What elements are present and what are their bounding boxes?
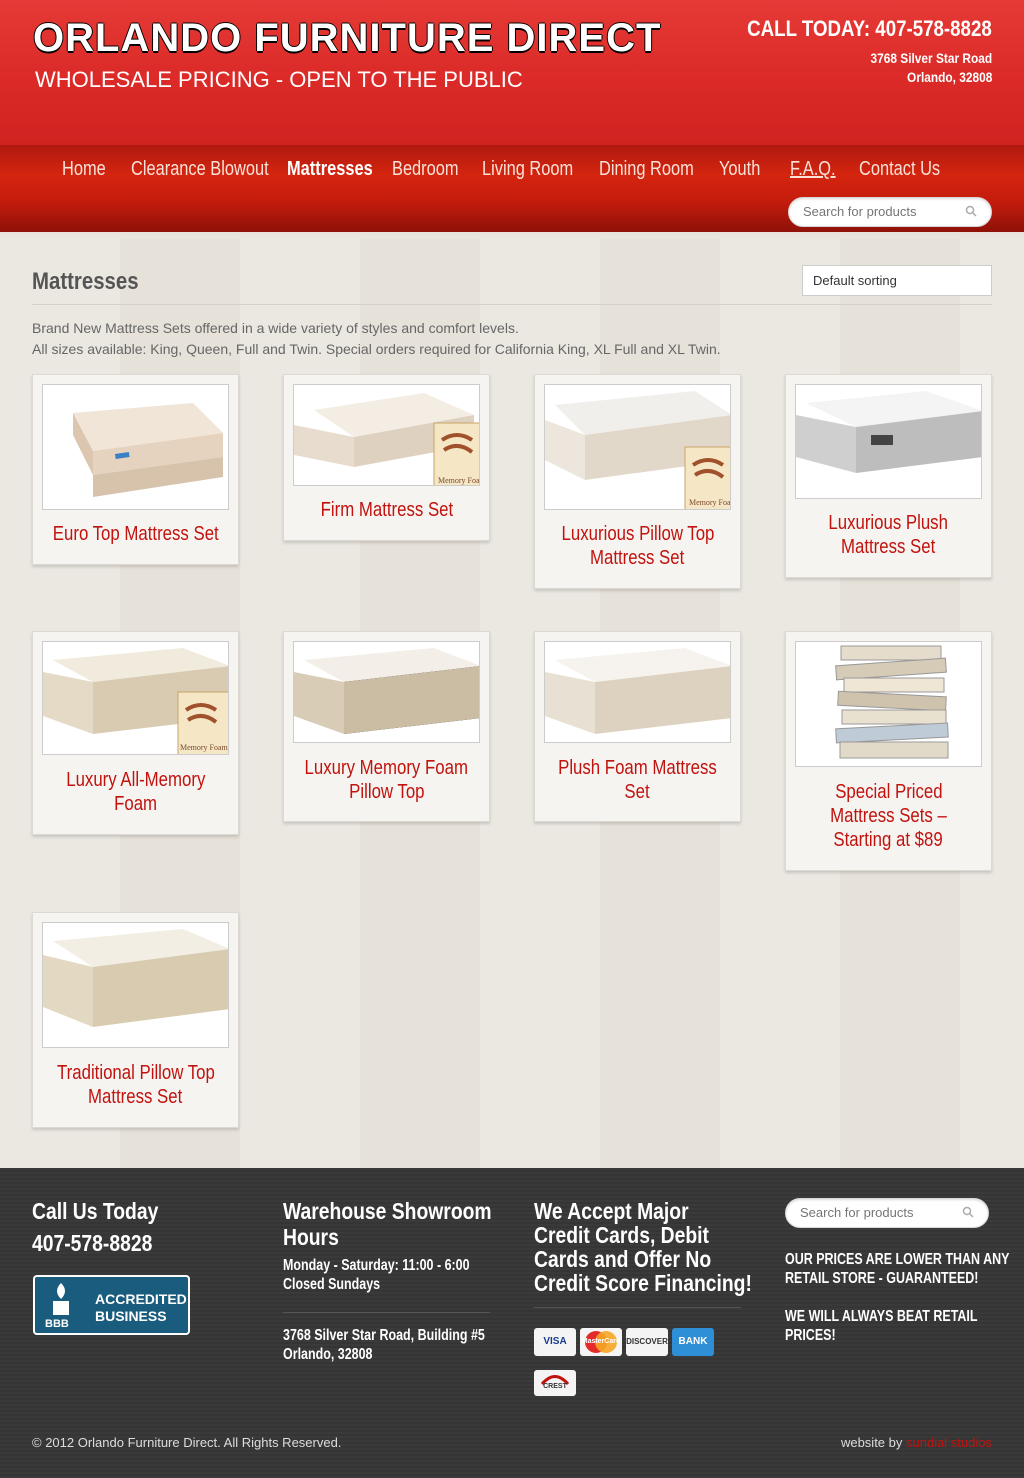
bbb-label-1: ACCREDITED bbox=[95, 1291, 187, 1307]
footer-hours-weekday: Monday - Saturday: 11:00 - 6:00 bbox=[283, 1257, 470, 1274]
footer-promo-1b: RETAIL STORE - GUARANTEED! bbox=[785, 1270, 979, 1287]
product-title[interactable]: Luxurious Plush Mattress Set bbox=[786, 511, 991, 559]
site-footer: Call Us Today 407-578-8828 BBB ACCREDITE… bbox=[0, 1168, 1024, 1478]
site-credit: website by sundial studios bbox=[840, 1435, 992, 1450]
footer-cards-heading-4: Credit Score Financing! bbox=[534, 1270, 752, 1296]
search-icon[interactable] bbox=[962, 1206, 974, 1218]
product-card[interactable]: Memory Foam Firm Mattress Set bbox=[283, 374, 490, 541]
footer-search[interactable] bbox=[785, 1198, 989, 1228]
product-title[interactable]: Luxurious Pillow Top Mattress Set bbox=[535, 522, 740, 570]
memory-foam-badge-text: Memory Foam bbox=[180, 743, 229, 752]
header-address-city: Orlando, 32808 bbox=[906, 69, 992, 85]
nav-bedroom[interactable]: Bedroom bbox=[392, 158, 459, 181]
copyright: © 2012 Orlando Furniture Direct. All Rig… bbox=[32, 1435, 342, 1450]
product-image[interactable]: Memory Foam bbox=[544, 384, 731, 510]
product-image[interactable] bbox=[544, 641, 731, 743]
product-title[interactable]: Euro Top Mattress Set bbox=[33, 522, 238, 546]
credit-link[interactable]: sundial studios bbox=[906, 1435, 992, 1450]
site-header: ORLANDO FURNITURE DIRECT WHOLESALE PRICI… bbox=[0, 0, 1024, 145]
footer-address-city: Orlando, 32808 bbox=[283, 1346, 373, 1363]
product-title[interactable]: Luxury Memory Foam Pillow Top bbox=[284, 756, 489, 804]
main-content: Mattresses Default sorting Brand New Mat… bbox=[0, 238, 1024, 1168]
nav-contact-us[interactable]: Contact Us bbox=[859, 158, 940, 181]
footer-divider bbox=[534, 1307, 741, 1308]
footer-promo-2a: WE WILL ALWAYS BEAT RETAIL bbox=[785, 1308, 978, 1325]
bbb-logo-text: BBB bbox=[45, 1318, 69, 1330]
product-image[interactable]: Memory Foam bbox=[42, 641, 229, 755]
header-search[interactable] bbox=[788, 197, 992, 227]
bbb-accredited-badge[interactable]: BBB ACCREDITED BUSINESS bbox=[33, 1275, 190, 1335]
product-title[interactable]: Firm Mattress Set bbox=[284, 498, 489, 522]
page-title: Mattresses bbox=[32, 268, 139, 295]
product-card[interactable]: Memory Foam Luxurious Pillow TopMattress… bbox=[534, 374, 741, 589]
product-title[interactable]: Special Priced Mattress Sets – Starting at… bbox=[786, 780, 991, 852]
product-image[interactable] bbox=[795, 384, 982, 499]
footer-hours-sunday: Closed Sundays bbox=[283, 1276, 381, 1293]
site-tagline: WHOLESALE PRICING - OPEN TO THE PUBLIC bbox=[35, 67, 523, 92]
footer-promo-1a: OUR PRICES ARE LOWER THAN ANY bbox=[785, 1251, 1010, 1268]
footer-hours-heading-1: Warehouse Showroom bbox=[283, 1198, 492, 1224]
bank-card-logo: BANK bbox=[672, 1328, 714, 1356]
footer-promo-2b: PRICES! bbox=[785, 1327, 836, 1344]
site-title[interactable]: ORLANDO FURNITURE DIRECT bbox=[33, 16, 661, 61]
product-image[interactable] bbox=[795, 641, 982, 767]
product-image[interactable] bbox=[42, 384, 229, 510]
footer-cards-heading-2: Credit Cards, Debit bbox=[534, 1222, 709, 1248]
discover-logo: DISCOVER bbox=[626, 1328, 668, 1356]
bbb-torch-icon: BBB bbox=[45, 1283, 69, 1330]
search-icon[interactable] bbox=[965, 205, 977, 217]
footer-cards-heading-1: We Accept Major bbox=[534, 1198, 689, 1224]
product-card[interactable]: Traditional Pillow Top Mattress Set bbox=[32, 912, 239, 1128]
header-search-input[interactable] bbox=[803, 204, 953, 219]
product-card[interactable]: Euro Top Mattress Set bbox=[32, 374, 239, 565]
category-description-line-1: Brand New Mattress Sets offered in a wid… bbox=[32, 320, 519, 336]
title-divider bbox=[32, 304, 992, 305]
sort-select[interactable]: Default sorting bbox=[802, 265, 992, 296]
header-address-street: 3768 Silver Star Road bbox=[870, 50, 992, 66]
bbb-label-2: BUSINESS bbox=[95, 1308, 167, 1324]
mastercard-logo: MasterCard bbox=[580, 1328, 622, 1356]
product-title[interactable]: Plush Foam Mattress Set bbox=[535, 756, 740, 804]
nav-faq[interactable]: F.A.Q. bbox=[790, 158, 836, 181]
footer-call-heading: Call Us Today bbox=[32, 1198, 159, 1224]
nav-youth[interactable]: Youth bbox=[719, 158, 760, 181]
footer-search-input[interactable] bbox=[800, 1205, 950, 1220]
footer-phone: 407-578-8828 bbox=[32, 1230, 153, 1256]
category-description-line-2: All sizes available: King, Queen, Full a… bbox=[32, 341, 721, 357]
product-image[interactable] bbox=[293, 641, 480, 743]
footer-cards-heading-3: Cards and Offer No bbox=[534, 1246, 712, 1272]
main-nav: Home Clearance Blowout Mattresses Bedroo… bbox=[0, 145, 1024, 235]
product-image[interactable] bbox=[42, 922, 229, 1048]
footer-hours-heading-2: Hours bbox=[283, 1224, 339, 1250]
product-image[interactable]: Memory Foam bbox=[293, 384, 480, 486]
nav-home[interactable]: Home bbox=[62, 158, 106, 181]
product-card[interactable]: Special Priced Mattress Sets – Starting at… bbox=[785, 631, 992, 871]
product-card[interactable]: Memory Foam Luxury All-Memory Foam bbox=[32, 631, 239, 835]
footer-divider bbox=[283, 1312, 490, 1313]
memory-foam-badge-text: Memory Foam bbox=[438, 476, 480, 485]
product-card[interactable]: Luxurious Plush Mattress Set bbox=[785, 374, 992, 578]
product-title[interactable]: Traditional Pillow Top Mattress Set bbox=[33, 1061, 238, 1109]
nav-mattresses[interactable]: Mattresses bbox=[287, 158, 373, 181]
product-title[interactable]: Luxury All-Memory Foam bbox=[33, 768, 238, 816]
call-today-phone: CALL TODAY: 407-578-8828 bbox=[747, 16, 992, 41]
nav-clearance-blowout[interactable]: Clearance Blowout bbox=[131, 158, 269, 181]
visa-logo: VISA bbox=[534, 1328, 576, 1356]
nav-living-room[interactable]: Living Room bbox=[482, 158, 573, 181]
memory-foam-badge-text: Memory Foam bbox=[689, 498, 731, 507]
nav-dining-room[interactable]: Dining Room bbox=[599, 158, 694, 181]
crest-financing-logo: CREST bbox=[534, 1370, 576, 1396]
product-card[interactable]: Plush Foam Mattress Set bbox=[534, 631, 741, 822]
footer-address-street: 3768 Silver Star Road, Building #5 bbox=[283, 1327, 485, 1344]
product-card[interactable]: Luxury Memory Foam Pillow Top bbox=[283, 631, 490, 822]
